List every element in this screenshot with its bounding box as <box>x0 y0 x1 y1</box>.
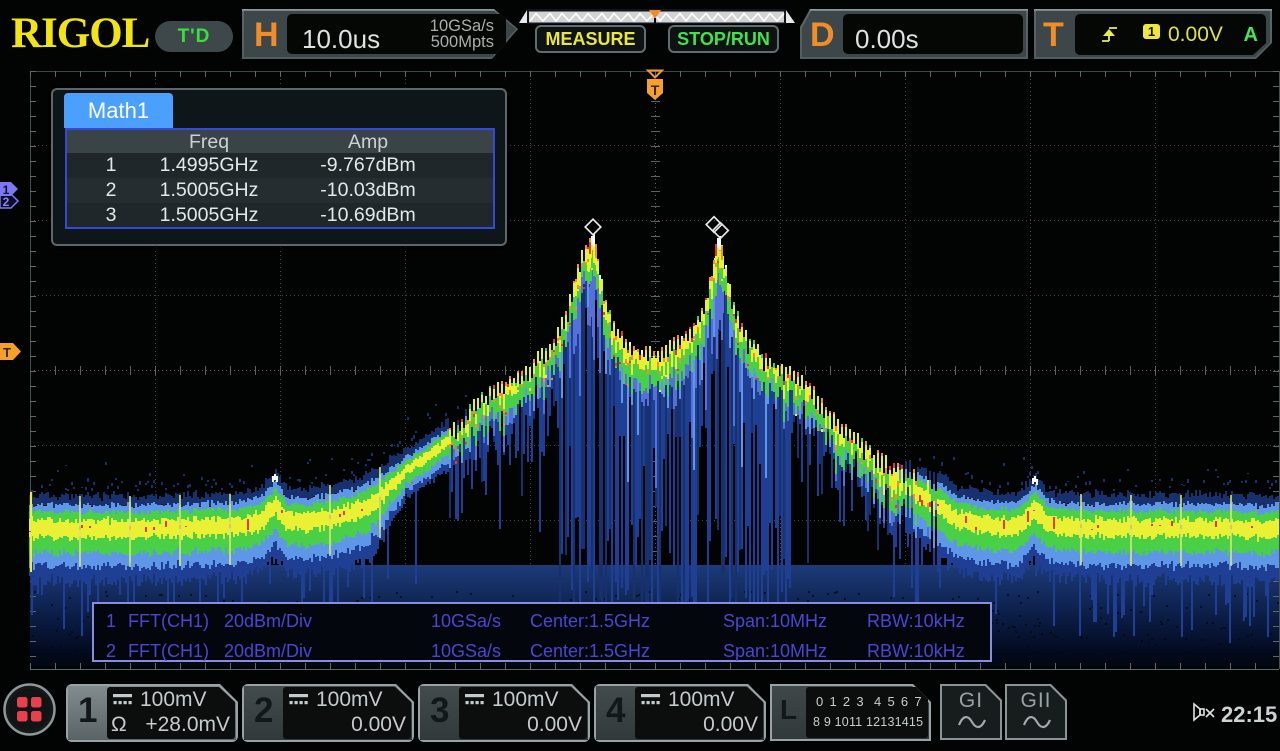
svg-text:T: T <box>651 82 660 98</box>
svg-text:T: T <box>3 345 11 360</box>
svg-text:1: 1 <box>3 183 10 197</box>
svg-text:2: 2 <box>3 195 10 209</box>
